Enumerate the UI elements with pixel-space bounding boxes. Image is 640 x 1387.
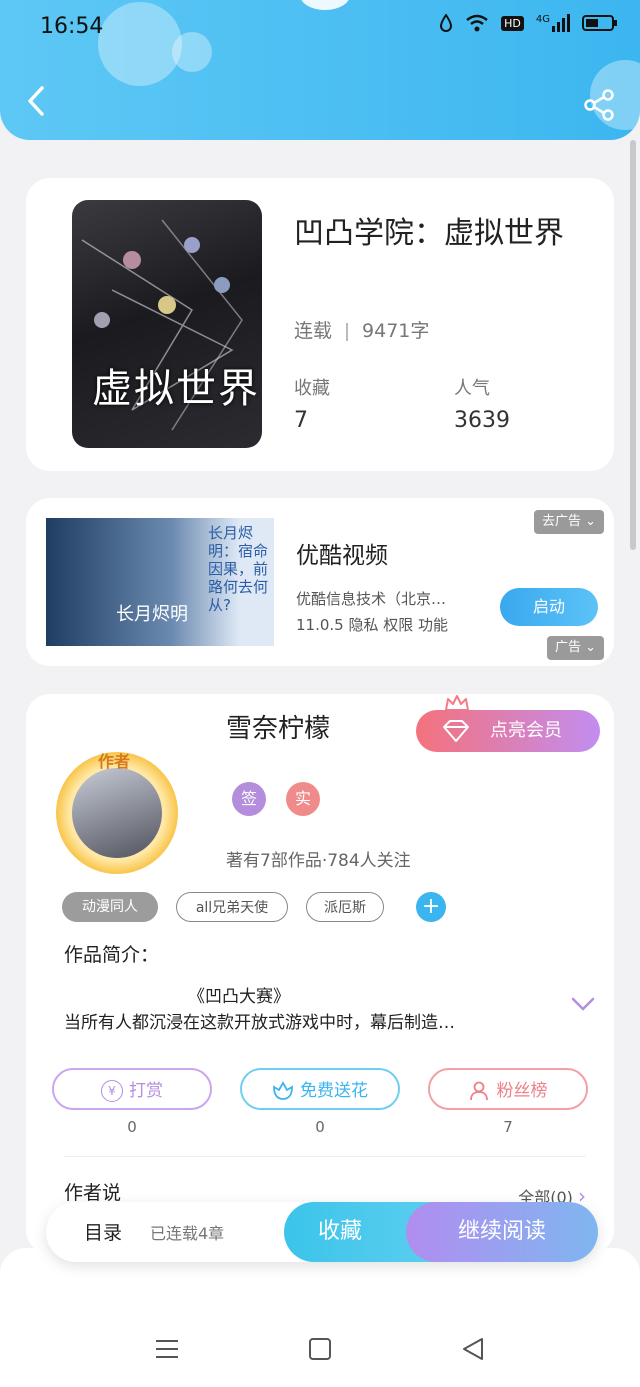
fans-label: 粉丝榜 (496, 1081, 548, 1101)
signal-4g-icon: 4G (536, 14, 570, 32)
system-nav-bar (0, 1248, 640, 1387)
author-name: 雪奈柠檬 (226, 714, 331, 744)
author-badge: 作者 (98, 752, 131, 771)
cover-title: 虚拟世界 (92, 366, 260, 412)
book-meta: 连载 9471字 (294, 316, 429, 343)
chevron-left-icon[interactable] (22, 86, 52, 116)
ad-desc-line2: 11.0.5 隐私 权限 功能 (296, 616, 449, 634)
menu-icon[interactable] (154, 1336, 180, 1362)
flowers-count: 0 (315, 1118, 325, 1136)
sign-badge: 签 (232, 782, 266, 816)
avatar-image (72, 768, 162, 858)
book-info-card: 虚拟世界 凹凸学院：虚拟世界 连载 9471字 收藏 7 人气 3639 (26, 178, 614, 471)
status-bar: 16:54 HD 4G (0, 0, 640, 56)
flowers-label: 免费送花 (300, 1081, 368, 1101)
book-title: 凹凸学院：虚拟世界 (294, 216, 564, 251)
meta-divider (346, 322, 349, 341)
word-count: 9471字 (362, 320, 430, 342)
remove-ad-label: 去广告 (541, 514, 581, 529)
collect-button-label: 收藏 (317, 1219, 362, 1244)
popularity-label: 人气 (454, 378, 490, 399)
book-status: 连载 (294, 320, 333, 342)
popularity-value: 3639 (454, 408, 510, 433)
collect-label: 收藏 (294, 378, 330, 399)
back-triangle-icon[interactable] (460, 1336, 486, 1362)
status-time: 16:54 (40, 14, 104, 39)
book-cover[interactable]: 虚拟世界 (72, 200, 262, 448)
yen-icon: ¥ (101, 1080, 123, 1102)
ad-card[interactable]: 长月烬明：宿命因果，前路何去何从? 长月烬明 去广告 ⌄ 优酷视频 优酷信息技术… (26, 498, 614, 666)
home-square-icon[interactable] (307, 1336, 333, 1362)
reward-count: 0 (127, 1118, 137, 1136)
battery-icon (582, 15, 617, 31)
intro-subtitle: 《凹凸大赛》 (188, 987, 290, 1007)
chapters-count: 已连载4章 (150, 1224, 225, 1243)
intro-label: 作品简介： (64, 944, 160, 966)
collect-value: 7 (294, 408, 308, 433)
add-tag-button[interactable]: + (416, 892, 446, 922)
ad-launch-button[interactable]: 启动 (500, 588, 598, 626)
ad-image[interactable]: 长月烬明：宿命因果，前路何去何从? 长月烬明 (46, 518, 274, 646)
toc-button[interactable]: 目录 (84, 1218, 122, 1245)
ad-label[interactable]: 广告 ⌄ (546, 636, 604, 660)
ad-label-text: 广告 (554, 640, 581, 655)
author-works: 著有7部作品·784人关注 (226, 851, 411, 871)
tag-item[interactable]: all兄弟天使 (176, 892, 288, 922)
ad-description: 优酷信息技术（北京… 11.0.5 隐私 权限 功能 (296, 586, 506, 638)
free-flowers-button[interactable]: 免费送花 (240, 1068, 400, 1110)
hd-icon: HD (501, 15, 524, 31)
water-drop-icon (440, 14, 453, 32)
author-say-label: 作者说 (64, 1182, 122, 1204)
author-card: 作者 雪奈柠檬 点亮会员 签 实 著有7部作品·784人关注 动漫同人 all兄… (26, 694, 614, 1254)
ad-title: 优酷视频 (296, 543, 388, 569)
reward-button[interactable]: ¥ 打赏 (52, 1068, 212, 1110)
divider (64, 1156, 586, 1157)
intro-text: 当所有人都沉浸在这款开放式游戏中时，幕后制造… (64, 1013, 455, 1033)
chevron-down-icon[interactable] (570, 994, 596, 1014)
scrollbar[interactable] (630, 140, 636, 550)
continue-reading-button[interactable]: 继续阅读 (406, 1202, 598, 1262)
share-icon[interactable] (582, 88, 616, 122)
status-icons: HD 4G (439, 14, 618, 32)
tag-item[interactable]: 动漫同人 (62, 892, 158, 922)
ad-desc-line1: 优酷信息技术（北京… (296, 590, 447, 608)
wifi-icon (466, 14, 488, 32)
bottom-action-bar: 目录 已连载4章 收藏 继续阅读 (46, 1202, 598, 1262)
top-header: 16:54 HD 4G (0, 0, 640, 140)
fans-rank-button[interactable]: 粉丝榜 (428, 1068, 588, 1110)
flower-icon (273, 1081, 293, 1100)
ad-image-text: 长月烬明：宿命因果，前路何去何从? (208, 524, 269, 614)
reward-label: 打赏 (129, 1081, 163, 1101)
user-icon (469, 1081, 488, 1101)
vip-button[interactable]: 点亮会员 (416, 710, 600, 752)
ad-image-title: 长月烬明 (116, 604, 188, 625)
diamond-icon (443, 720, 469, 742)
network-type: 4G (535, 14, 550, 25)
tag-item[interactable]: 派厄斯 (306, 892, 384, 922)
real-name-badge: 实 (286, 782, 320, 816)
remove-ad-button[interactable]: 去广告 ⌄ (533, 510, 604, 534)
vip-button-label: 点亮会员 (490, 720, 562, 741)
fans-count: 7 (503, 1118, 513, 1136)
